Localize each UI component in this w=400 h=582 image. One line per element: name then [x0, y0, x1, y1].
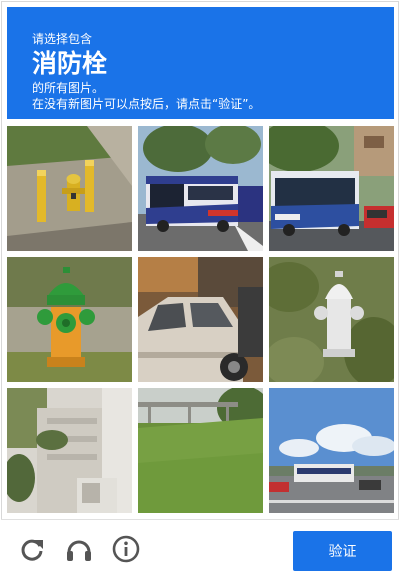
- stairs-icon: [7, 388, 132, 513]
- image-tile-1[interactable]: [7, 126, 132, 251]
- image-tile-2[interactable]: [138, 126, 263, 251]
- reload-button[interactable]: [17, 534, 47, 564]
- target-object-label: 消防栓: [32, 49, 108, 78]
- image-tile-5[interactable]: [138, 257, 263, 382]
- bus-icon: [138, 126, 263, 251]
- image-tile-3[interactable]: [269, 126, 394, 251]
- instruction-line3: 在没有新图片可以点按后，请点击“验证”。: [32, 97, 261, 111]
- instruction-line2: 的所有图片。: [32, 81, 105, 95]
- captcha-header: 请选择包含 消防栓 的所有图片。 在没有新图片可以点按后，请点击“验证”。: [7, 7, 394, 119]
- audio-challenge-button[interactable]: [64, 534, 94, 564]
- info-button[interactable]: [111, 534, 141, 564]
- headphones-icon: [67, 540, 91, 561]
- image-tile-9[interactable]: [269, 388, 394, 513]
- fire-hydrant-icon: [269, 257, 394, 382]
- info-icon: [112, 535, 140, 563]
- image-tile-6[interactable]: [269, 257, 394, 382]
- image-tile-7[interactable]: [7, 388, 132, 513]
- highway-icon: [269, 388, 394, 513]
- instruction-line1: 请选择包含: [32, 32, 93, 46]
- image-tile-4[interactable]: [7, 257, 132, 382]
- image-grid: [7, 126, 394, 513]
- grass-field-icon: [138, 388, 263, 513]
- reload-icon: [21, 539, 43, 561]
- captcha-footer: 验证: [1, 519, 399, 581]
- verify-button[interactable]: 验证: [293, 531, 392, 571]
- fire-hydrant-icon: [7, 126, 132, 251]
- fire-hydrant-icon: [7, 257, 132, 382]
- image-tile-8[interactable]: [138, 388, 263, 513]
- car-icon: [138, 257, 263, 382]
- bus-icon: [269, 126, 394, 251]
